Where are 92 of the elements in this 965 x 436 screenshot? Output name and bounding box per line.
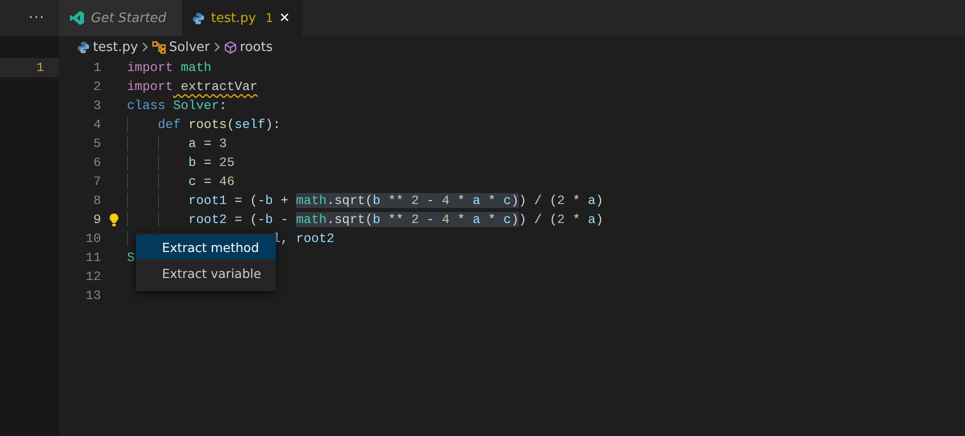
line-number: 4 — [92, 117, 101, 132]
code-token: - — [418, 212, 442, 227]
line-number: 9 — [92, 212, 101, 227]
code-token: b — [187, 155, 196, 170]
code-token: 2 — [557, 212, 565, 227]
code-token: * — [450, 212, 473, 227]
code-token: 46 — [219, 174, 235, 189]
code-token: root2 — [187, 212, 227, 227]
line-number: 5 — [92, 136, 101, 151]
code-token: extractVar — [180, 79, 258, 94]
code-token: root1 — [187, 193, 227, 208]
code-token: ( — [226, 117, 235, 132]
more-actions[interactable]: ··· — [28, 10, 45, 26]
menu-item[interactable]: Extract method — [136, 235, 276, 259]
code-token: import — [127, 60, 174, 75]
chevron-right-icon — [141, 42, 150, 52]
brackets-logo-icon — [69, 10, 85, 26]
code-token: math — [180, 60, 212, 75]
code-token: - — [280, 212, 290, 227]
code-token: ) — [511, 212, 519, 227]
code-token: a — [588, 212, 596, 227]
lightbulb-icon[interactable] — [109, 212, 119, 226]
code-token: ): — [265, 117, 281, 132]
line-number: 12 — [84, 269, 101, 284]
code-token: ** — [380, 193, 412, 208]
code-token: c — [503, 193, 512, 208]
problem-count: 1 — [265, 11, 274, 25]
editor-tab[interactable]: Get Started — [59, 0, 182, 36]
code-token: .sqrt( — [326, 193, 373, 208]
line-number: 6 — [92, 155, 101, 170]
code-token: b — [265, 212, 273, 227]
cube-icon — [224, 40, 237, 54]
code-token: ) / ( — [518, 193, 558, 208]
code-token: 25 — [219, 155, 235, 170]
code-token: c — [503, 212, 512, 227]
code-token: ** — [380, 212, 412, 227]
line-number: 1 — [92, 60, 101, 75]
code-token: self — [234, 117, 266, 132]
code-token: S — [127, 250, 135, 265]
code-token: import — [127, 79, 174, 94]
menu-item[interactable]: Extract variable — [136, 261, 276, 285]
line-number: 8 — [92, 193, 101, 208]
breadcrumb-item[interactable]: roots — [240, 40, 273, 54]
line-number: 1 — [36, 60, 44, 75]
line-number: 10 — [84, 231, 101, 246]
code-token: b — [265, 193, 273, 208]
code-token: , — [280, 231, 290, 246]
code-token: = — [202, 136, 212, 151]
line-number: 7 — [92, 174, 101, 189]
line-number: 2 — [92, 79, 101, 94]
line-number: 13 — [84, 288, 101, 303]
code-token: 2 — [411, 193, 419, 208]
editor-tab[interactable]: test.py 1 ✕ — [182, 0, 302, 36]
code-token: class — [127, 98, 166, 113]
code-token: a — [187, 136, 196, 151]
code-token: = — [202, 174, 212, 189]
chevron-right-icon — [212, 42, 221, 52]
code-token: math — [296, 193, 327, 208]
code-token: math — [296, 212, 327, 227]
code-token: ) / ( — [518, 212, 558, 227]
python-file-icon — [77, 40, 90, 54]
code-token: : — [219, 98, 227, 113]
python-file-icon — [192, 12, 205, 24]
code-token: + — [280, 193, 290, 208]
line-number: 3 — [92, 98, 101, 113]
code-token: * — [572, 212, 582, 227]
code-token: - — [418, 193, 442, 208]
code-token: * — [450, 193, 473, 208]
code-token: Solver — [172, 98, 220, 113]
code-token: ) — [511, 193, 519, 208]
code-token: ) — [596, 212, 604, 227]
class-icon — [152, 40, 166, 54]
breadcrumb-item[interactable]: test.py — [93, 40, 138, 54]
code-token: def — [156, 117, 181, 132]
code-token: .sqrt( — [326, 212, 373, 227]
code-token: a — [588, 193, 596, 208]
code-token: 3 — [219, 136, 227, 151]
code-token: 2 — [557, 193, 565, 208]
line-number: 11 — [84, 250, 101, 265]
code-token: = — [202, 155, 212, 170]
close-icon[interactable]: ✕ — [279, 10, 290, 26]
code-token: = (- — [234, 212, 266, 227]
code-token: roots — [187, 117, 227, 132]
code-token: = (- — [234, 193, 266, 208]
code-token: c — [187, 174, 196, 189]
code-token: * — [480, 212, 504, 227]
code-token: root2 — [296, 231, 334, 246]
breadcrumb-item[interactable]: Solver — [169, 40, 210, 54]
code-token: * — [572, 193, 582, 208]
code-token: ) — [596, 193, 604, 208]
code-token: 2 — [411, 212, 419, 227]
code-token: * — [480, 193, 504, 208]
